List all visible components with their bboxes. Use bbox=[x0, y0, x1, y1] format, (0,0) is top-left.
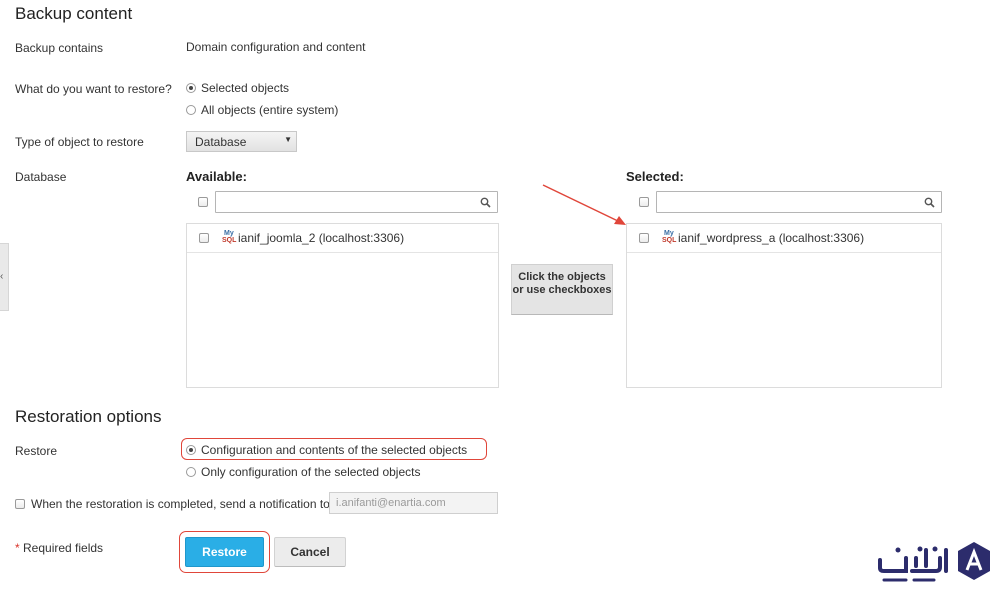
restore-what-label: What do you want to restore? bbox=[15, 82, 172, 96]
available-heading: Available: bbox=[186, 169, 247, 184]
available-list: My SQL ianif_joomla_2 (localhost:3306) bbox=[186, 223, 499, 388]
restore-button-label: Restore bbox=[202, 545, 247, 559]
available-search-input[interactable] bbox=[215, 191, 498, 213]
radio-config-and-content-label[interactable]: Configuration and contents of the select… bbox=[201, 443, 467, 457]
mysql-icon: My SQL bbox=[222, 230, 237, 244]
radio-config-only-label[interactable]: Only configuration of the selected objec… bbox=[201, 465, 420, 479]
section-title-backup: Backup content bbox=[15, 4, 133, 23]
backup-contains-label: Backup contains bbox=[15, 41, 104, 55]
radio-selected-objects[interactable] bbox=[186, 83, 196, 93]
cancel-button[interactable]: Cancel bbox=[274, 537, 346, 567]
radio-all-objects-label[interactable]: All objects (entire system) bbox=[201, 103, 338, 117]
restore-label: Restore bbox=[15, 444, 58, 458]
required-text: Required fields bbox=[23, 541, 104, 555]
object-type-select[interactable]: Database ▼ bbox=[186, 131, 297, 152]
radio-all-objects[interactable] bbox=[186, 105, 196, 115]
database-label: Database bbox=[15, 170, 67, 184]
required-star: * bbox=[15, 541, 20, 555]
search-icon[interactable] bbox=[480, 197, 491, 208]
object-type-value: Database bbox=[195, 135, 247, 149]
selected-item-label[interactable]: ianif_wordpress_a (localhost:3306) bbox=[678, 231, 864, 245]
radio-config-and-content[interactable] bbox=[186, 445, 196, 455]
backup-contains-value: Domain configuration and content bbox=[186, 40, 366, 54]
required-fields-note: * Required fields bbox=[15, 541, 103, 555]
move-hint-text: Click the objects or use checkboxes bbox=[512, 271, 612, 296]
chevron-left-icon: ‹ bbox=[0, 271, 4, 282]
annotation-arrow bbox=[542, 184, 626, 225]
restore-button[interactable]: Restore bbox=[185, 537, 264, 567]
cancel-button-label: Cancel bbox=[290, 545, 330, 559]
list-item[interactable]: My SQL ianif_joomla_2 (localhost:3306) bbox=[187, 224, 498, 253]
object-type-label: Type of object to restore bbox=[15, 135, 144, 149]
available-item-checkbox[interactable] bbox=[199, 233, 209, 243]
selected-search-input[interactable] bbox=[656, 191, 942, 213]
selected-list: My SQL ianif_wordpress_a (localhost:3306) bbox=[626, 223, 942, 388]
search-icon[interactable] bbox=[924, 197, 935, 208]
brand-logo bbox=[878, 542, 990, 582]
section-title-restoration: Restoration options bbox=[15, 407, 162, 426]
notify-checkbox[interactable] bbox=[15, 499, 25, 509]
available-item-label[interactable]: ianif_joomla_2 (localhost:3306) bbox=[238, 231, 404, 245]
selected-heading: Selected: bbox=[626, 169, 684, 184]
mysql-icon: My SQL bbox=[662, 230, 677, 244]
move-objects-hint-button[interactable]: Click the objects or use checkboxes bbox=[511, 264, 613, 315]
sidebar-collapse-tab[interactable]: ‹ bbox=[0, 243, 9, 311]
dropdown-arrow-icon: ▼ bbox=[284, 135, 292, 144]
selected-item-checkbox[interactable] bbox=[639, 233, 649, 243]
radio-config-only[interactable] bbox=[186, 467, 196, 477]
list-item[interactable]: My SQL ianif_wordpress_a (localhost:3306) bbox=[627, 224, 941, 253]
notify-email-field[interactable] bbox=[329, 492, 498, 514]
available-select-all-checkbox[interactable] bbox=[198, 197, 208, 207]
radio-selected-objects-label[interactable]: Selected objects bbox=[201, 81, 289, 95]
notify-label[interactable]: When the restoration is completed, send … bbox=[31, 497, 330, 511]
selected-select-all-checkbox[interactable] bbox=[639, 197, 649, 207]
